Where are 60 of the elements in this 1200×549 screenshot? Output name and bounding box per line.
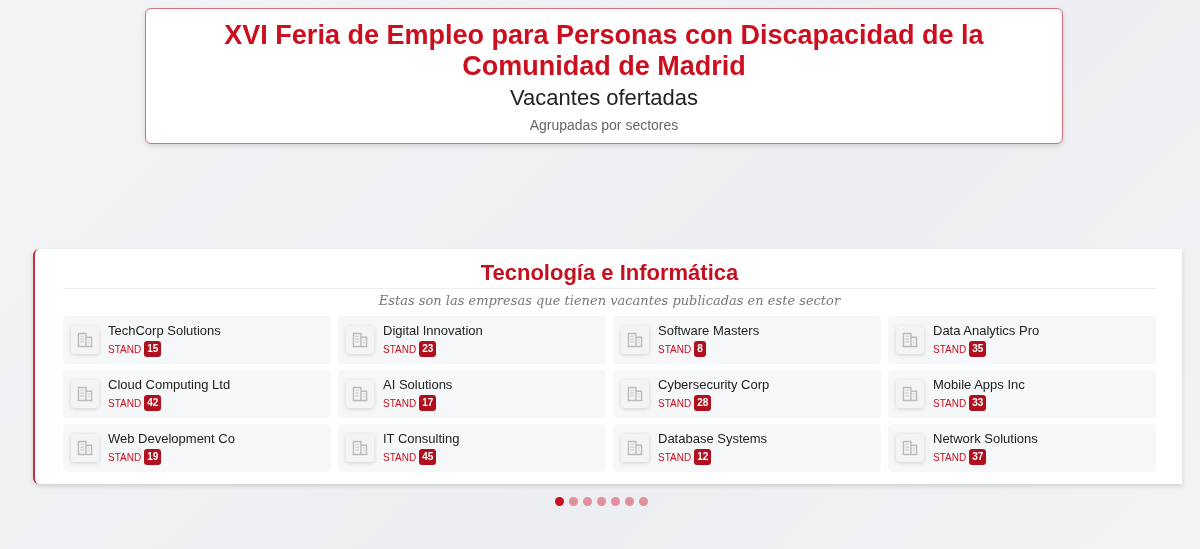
stand-label: STAND (933, 451, 967, 463)
page-caption: Agrupadas por sectores (528, 117, 680, 133)
stand-label: STAND (383, 397, 417, 409)
company-name: Cloud Computing Ltd (108, 377, 231, 392)
company-card[interactable]: Mobile Apps Inc STAND 33 (888, 370, 1156, 418)
company-card[interactable]: Data Analytics Pro STAND 35 (888, 316, 1156, 364)
stand-number: 17 (419, 395, 437, 411)
stand-label: STAND (383, 343, 417, 355)
stand-label: STAND (658, 343, 692, 355)
stand-number: 8 (694, 341, 706, 357)
pagination-dot[interactable] (583, 497, 592, 506)
page-title: XVI Feria de Empleo para Personas con Discapacidad de la Comunidad de Madrid (223, 20, 985, 82)
stand-label: STAND (658, 451, 692, 463)
stand-label: STAND (933, 343, 967, 355)
pagination-dot[interactable] (569, 497, 578, 506)
stand-number: 19 (144, 449, 162, 465)
company-name: AI Solutions (383, 377, 453, 392)
pagination-dot[interactable] (597, 497, 606, 506)
stand-number: 15 (144, 341, 162, 357)
company-card[interactable]: Network Solutions STAND 37 (888, 424, 1156, 472)
stand-number: 45 (419, 449, 437, 465)
company-card[interactable]: Cloud Computing Ltd STAND 42 (63, 370, 331, 418)
page-subtitle: Vacantes ofertadas (509, 85, 699, 111)
stand-label: STAND (108, 451, 142, 463)
company-name: IT Consulting (383, 431, 460, 446)
company-card[interactable]: Database Systems STAND 12 (613, 424, 881, 472)
stand-number: 35 (969, 341, 987, 357)
stand-label: STAND (108, 343, 142, 355)
company-card[interactable]: AI Solutions STAND 17 (338, 370, 606, 418)
stand-label: STAND (383, 451, 417, 463)
company-card[interactable]: TechCorp Solutions STAND 15 (63, 316, 331, 364)
stand-number: 37 (969, 449, 987, 465)
company-name: Web Development Co (108, 431, 235, 446)
company-card[interactable]: IT Consulting STAND 45 (338, 424, 606, 472)
stand-number: 12 (694, 449, 712, 465)
stand-number: 42 (144, 395, 162, 411)
company-card[interactable]: Software Masters STAND 8 (613, 316, 881, 364)
company-name: Data Analytics Pro (933, 323, 1040, 338)
company-card[interactable]: Web Development Co STAND 19 (63, 424, 331, 472)
company-card[interactable]: Digital Innovation STAND 23 (338, 316, 606, 364)
company-name: Cybersecurity Corp (658, 377, 770, 392)
company-name: Database Systems (658, 431, 768, 446)
company-card[interactable]: Cybersecurity Corp STAND 28 (613, 370, 881, 418)
company-name: Network Solutions (933, 431, 1038, 446)
company-name: TechCorp Solutions (108, 323, 221, 338)
pagination-dot[interactable] (625, 497, 634, 506)
company-name: Software Masters (658, 323, 760, 338)
stand-number: 28 (694, 395, 712, 411)
stand-label: STAND (933, 397, 967, 409)
sector-title: Tecnología e Informática (479, 259, 740, 287)
company-name: Digital Innovation (383, 323, 483, 338)
stand-number: 23 (419, 341, 437, 357)
company-name: Mobile Apps Inc (933, 377, 1025, 392)
pagination-dot[interactable] (611, 497, 620, 506)
sector-description: Estas son las empresas que tienen vacantes publicadas en este sector (377, 293, 842, 308)
pagination-dot[interactable] (639, 497, 648, 506)
stand-label: STAND (108, 397, 142, 409)
stand-label: STAND (658, 397, 692, 409)
pagination-dot[interactable] (555, 497, 564, 506)
stand-number: 33 (969, 395, 987, 411)
